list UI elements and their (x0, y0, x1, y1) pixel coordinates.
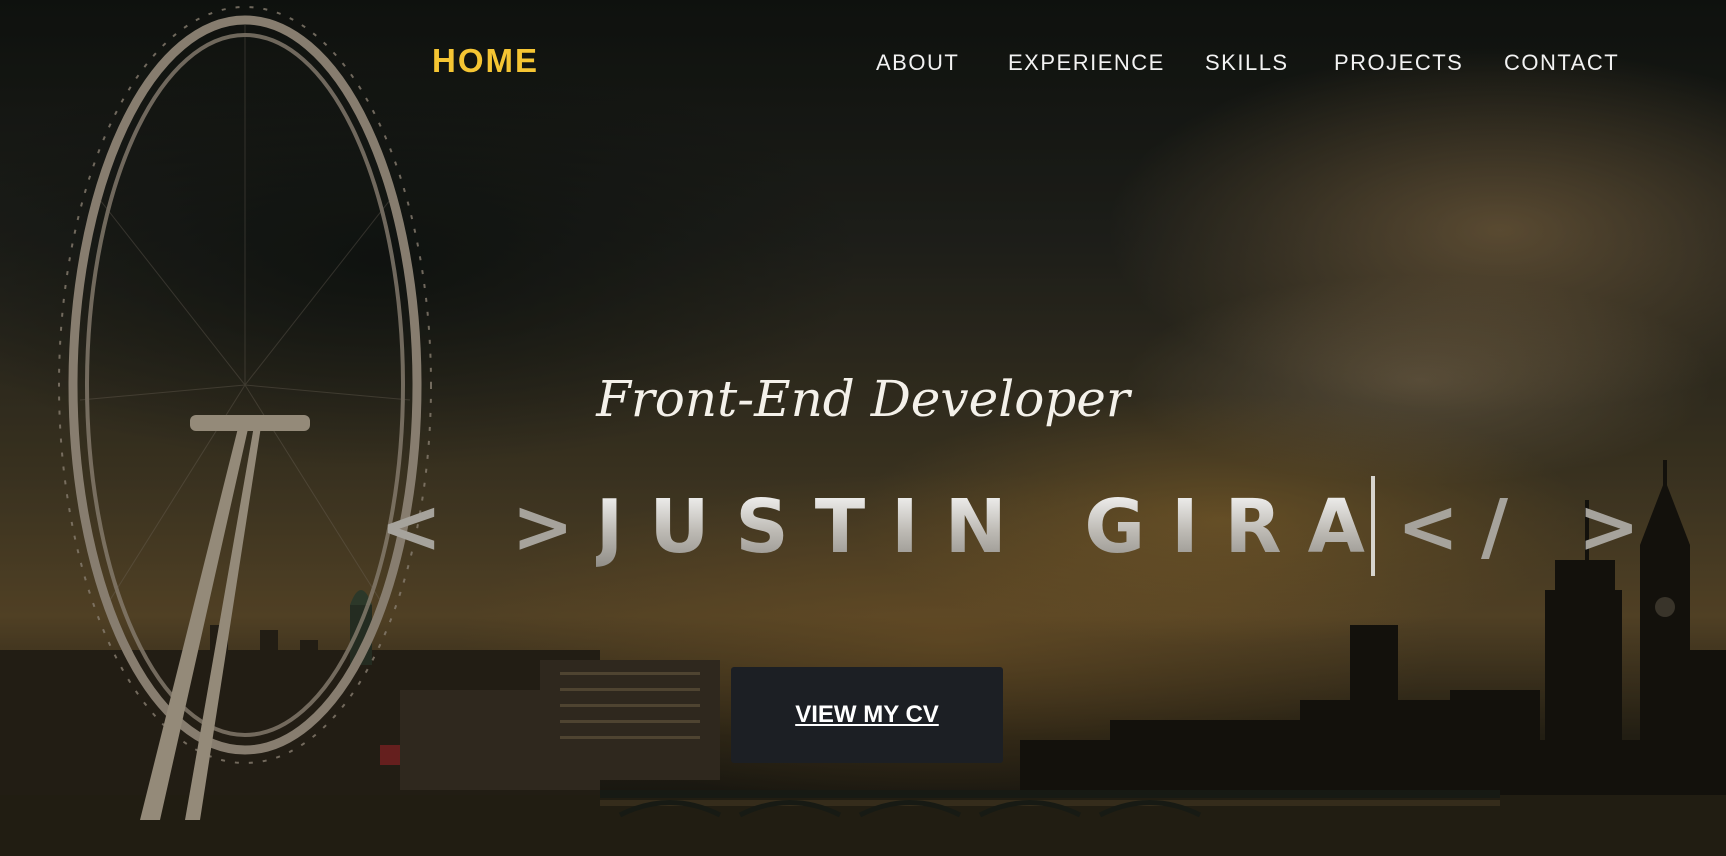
nav-item-about[interactable]: ABOUT (876, 50, 959, 76)
nav-item-contact[interactable]: CONTACT (1504, 50, 1619, 76)
nav-item-experience[interactable]: EXPERIENCE (1008, 50, 1165, 76)
typing-cursor (1371, 476, 1375, 576)
nav-item-skills[interactable]: SKILLS (1205, 50, 1289, 76)
hero-section: HOME ABOUT EXPERIENCE SKILLS PROJECTS CO… (0, 0, 1726, 856)
top-navigation: HOME ABOUT EXPERIENCE SKILLS PROJECTS CO… (0, 0, 1726, 130)
nav-item-projects[interactable]: PROJECTS (1334, 50, 1463, 76)
developer-name: JUSTIN GIRA (595, 484, 1391, 570)
nav-home-link[interactable]: HOME (432, 42, 539, 80)
hero-subtitle: Front-End Developer (596, 370, 1130, 428)
hero-name-heading: < > JUSTIN GIRA </ > (380, 482, 1662, 572)
view-cv-button[interactable]: VIEW MY CV (731, 667, 1003, 763)
close-tag-text: </ > (1396, 484, 1662, 570)
open-tag-text: < > (380, 484, 596, 570)
